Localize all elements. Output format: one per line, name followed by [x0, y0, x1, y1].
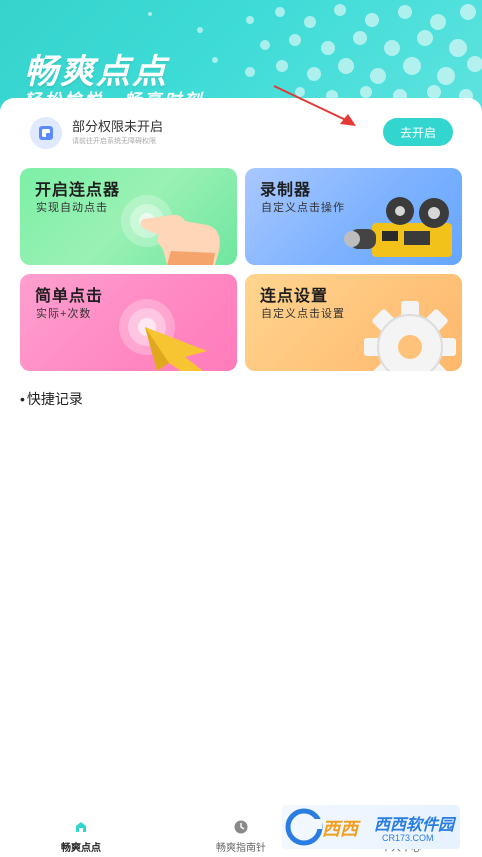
bullet-icon: • [20, 391, 25, 407]
card-title: 录制器 [260, 180, 312, 199]
clock-icon [234, 820, 248, 834]
home-icon [76, 822, 86, 832]
permission-icon [30, 117, 62, 149]
nav-item-guide[interactable]: 畅爽指南针 [196, 820, 286, 856]
nav-item-home[interactable]: 畅爽点点 [36, 820, 126, 856]
card-subtitle: 自定义点击操作 [261, 202, 345, 214]
card-subtitle: 实际+次数 [36, 308, 92, 320]
film-projector-icon [344, 197, 452, 257]
hand-tap-icon [121, 195, 220, 265]
nav-label: 畅爽点点 [61, 843, 101, 854]
card-title: 简单点击 [35, 286, 104, 305]
quick-records-heading: • 快捷记录 [20, 389, 83, 409]
permission-subtitle: 请前往开启系统无障碍权限 [72, 138, 156, 145]
gear-icon [364, 301, 456, 371]
nav-label: 畅爽指南针 [216, 843, 266, 854]
card-start-clicker[interactable]: 开启连点器 实现自动点击 [20, 168, 237, 265]
annotation-arrow-icon [273, 85, 356, 126]
permission-title: 部分权限未开启 [72, 119, 164, 134]
watermark-title: 西西软件园 [374, 815, 455, 834]
permission-banner: 部分权限未开启 请前往开启系统无障碍权限 去开启 [30, 114, 454, 154]
enable-permission-button[interactable]: 去开启 [383, 118, 453, 146]
site-watermark: 西西 西西软件园 CR173.COM [282, 805, 460, 849]
card-simple-click[interactable]: 简单点击 实际+次数 [20, 274, 237, 371]
cursor-arrow-icon [119, 299, 207, 371]
svg-text:西西: 西西 [322, 819, 361, 840]
section-label-text: 快捷记录 [26, 391, 83, 407]
watermark-logo-icon: 西西 [285, 808, 361, 846]
card-subtitle: 自定义点击设置 [261, 308, 345, 320]
watermark-domain: CR173.COM [382, 833, 434, 843]
card-recorder[interactable]: 录制器 自定义点击操作 [245, 168, 462, 265]
card-click-settings[interactable]: 连点设置 自定义点击设置 [245, 274, 462, 371]
card-subtitle: 实现自动点击 [36, 202, 108, 214]
card-title: 连点设置 [260, 286, 329, 305]
